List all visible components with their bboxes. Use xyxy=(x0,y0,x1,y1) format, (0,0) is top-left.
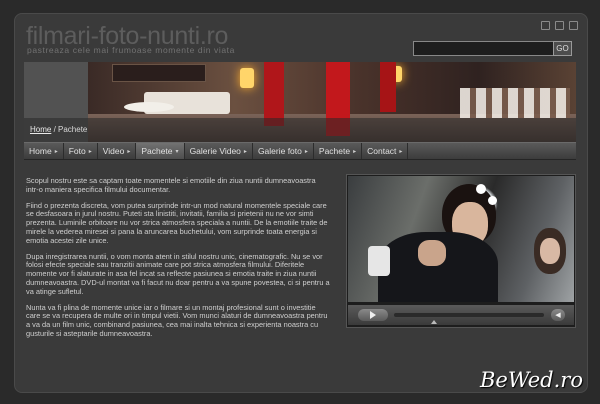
caret-right-icon: ▸ xyxy=(88,148,92,155)
nav-item-label: Pachete xyxy=(318,146,351,156)
breadcrumb-home-link[interactable]: Home xyxy=(30,125,51,134)
content-paragraph: Fiind o prezenta discreta, vom putea sur… xyxy=(26,200,328,245)
caret-right-icon: ▸ xyxy=(243,148,247,155)
caret-down-icon: ▾ xyxy=(175,148,179,155)
header-banner-image xyxy=(24,62,576,142)
breadcrumb-separator: / xyxy=(51,125,59,134)
play-button[interactable] xyxy=(358,309,388,321)
nav-item-label: Galerie foto xyxy=(257,146,302,156)
nav-item-foto[interactable]: Foto ▸ xyxy=(64,143,98,159)
nav-item-pachete[interactable]: Pachete ▸ xyxy=(314,143,363,159)
search-button[interactable]: GO xyxy=(553,41,572,56)
caret-right-icon: ▸ xyxy=(304,148,308,155)
content-paragraph: Dupa inregistrarea nuntii, o vom monta a… xyxy=(26,251,330,296)
nav-item-label: Contact xyxy=(367,146,397,156)
nav-item-galerie-video[interactable]: Galerie Video ▸ xyxy=(185,143,253,159)
site-tagline: pastreaza cele mai frumoase momente din … xyxy=(27,45,235,55)
main-content: Scopul nostru este sa captam toate momen… xyxy=(26,176,330,346)
nav-item-label: Home xyxy=(29,146,52,156)
expand-up-icon[interactable] xyxy=(431,320,437,324)
nav-item-galerie-foto[interactable]: Galerie foto ▸ xyxy=(253,143,314,159)
main-nav: Home ▸ Foto ▸ Video ▸ Pachete ▾ Galerie Vide… xyxy=(24,142,576,160)
nav-item-label: Galerie Video xyxy=(189,146,241,156)
nav-item-pachete-active[interactable]: Pachete ▾ xyxy=(136,143,185,159)
caret-right-icon: ▸ xyxy=(127,148,131,155)
nav-item-label: Foto xyxy=(68,146,86,156)
nav-item-contact[interactable]: Contact ▸ xyxy=(362,143,409,159)
caret-right-icon: ▸ xyxy=(353,148,357,155)
mail-icon[interactable] xyxy=(555,21,564,30)
home-icon[interactable] xyxy=(541,21,550,30)
content-paragraph: Scopul nostru este sa captam toate momen… xyxy=(26,176,316,194)
video-frame-wedding-couple[interactable] xyxy=(348,176,574,302)
video-controls: ◀ xyxy=(348,305,574,325)
nav-item-label: Video xyxy=(102,146,125,156)
search-input[interactable] xyxy=(413,41,555,56)
nav-item-label: Pachete xyxy=(141,146,173,156)
breadcrumb-current: Pachete xyxy=(58,125,88,134)
content-paragraph: Nunta va fi plina de momente unice iar o… xyxy=(26,302,328,338)
nav-item-home[interactable]: Home ▸ xyxy=(24,143,64,159)
play-icon xyxy=(370,311,376,319)
caret-right-icon: ▸ xyxy=(399,148,403,155)
caret-right-icon: ▸ xyxy=(54,148,58,155)
top-icons xyxy=(541,21,578,30)
nav-item-video[interactable]: Video ▸ xyxy=(98,143,137,159)
video-progress-bar[interactable] xyxy=(394,313,544,317)
breadcrumb: Home / Pachete xyxy=(30,125,87,134)
volume-icon[interactable]: ◀ xyxy=(551,309,565,321)
video-player[interactable]: ◀ xyxy=(346,174,576,328)
watermark-logo: BeWed.ro xyxy=(480,368,583,392)
sitemap-icon[interactable] xyxy=(569,21,578,30)
